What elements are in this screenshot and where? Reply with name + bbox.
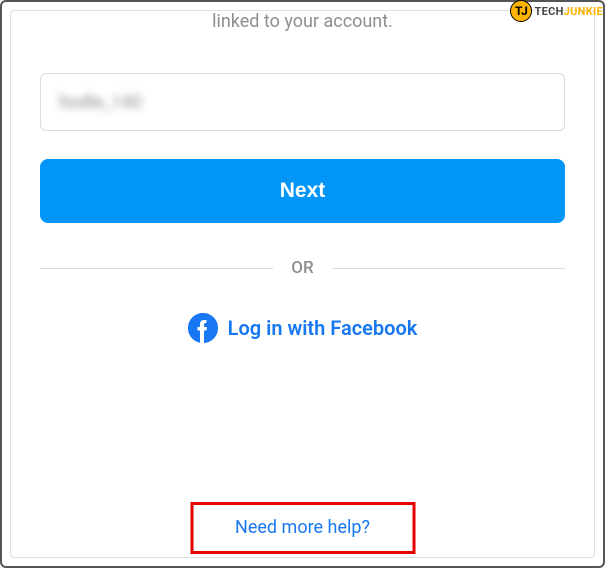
divider-line-left — [40, 268, 273, 269]
divider-text: OR — [273, 258, 331, 278]
divider-line-right — [332, 268, 565, 269]
facebook-login-label: Log in with Facebook — [228, 316, 418, 340]
next-button[interactable]: Next — [40, 159, 565, 223]
need-more-help-link[interactable]: Need more help? — [235, 517, 370, 538]
watermark-text-junkie: JUNKIE — [564, 5, 603, 18]
username-input[interactable]: hodle_140 — [40, 73, 565, 131]
watermark: TJ TECHJUNKIE — [510, 0, 603, 22]
facebook-icon — [188, 313, 218, 343]
login-help-container: linked to your account. hodle_140 Next O… — [0, 0, 605, 568]
input-blurred-value: hodle_140 — [59, 92, 142, 113]
watermark-text-tech: TECH — [534, 5, 563, 18]
instruction-text: linked to your account. — [40, 10, 565, 33]
divider: OR — [40, 258, 565, 278]
watermark-icon: TJ — [510, 0, 532, 22]
facebook-login-button[interactable]: Log in with Facebook — [188, 313, 418, 343]
